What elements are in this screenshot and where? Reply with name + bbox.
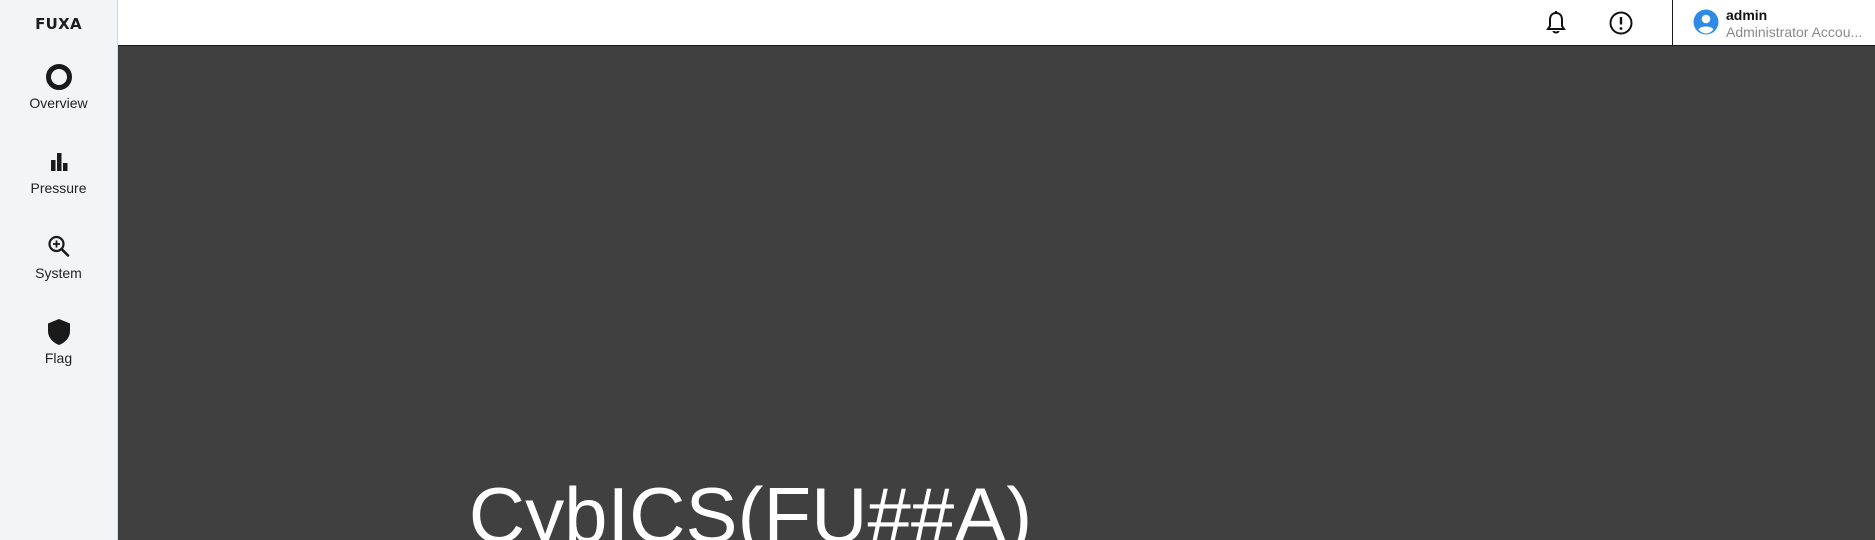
user-name: admin: [1726, 7, 1768, 23]
header-divider: [1672, 0, 1673, 45]
sidebar-item-system[interactable]: System: [0, 232, 117, 304]
page-title: CybICS(FU##A): [468, 471, 1033, 540]
account-circle-icon: [1693, 9, 1719, 35]
top-header: admin Administrator Accou...: [118, 0, 1875, 46]
ring-icon: [45, 64, 72, 90]
sidebar-item-label: Flag: [44, 350, 73, 366]
brand-logo: FUXA: [35, 15, 82, 33]
user-menu[interactable]: admin Administrator Accou...: [1687, 0, 1875, 45]
sidebar-item-flag[interactable]: Flag: [0, 317, 117, 389]
sidebar-item-overview[interactable]: Overview: [0, 62, 117, 134]
alert-circle-icon[interactable]: [1606, 8, 1636, 38]
bar-chart-icon: [50, 153, 67, 171]
sidebar-item-pressure[interactable]: Pressure: [0, 147, 117, 219]
app-root: FUXA Overview Pressure System Flag admin…: [0, 0, 1875, 540]
shield-icon: [47, 319, 70, 345]
user-role: Administrator Accou...: [1726, 24, 1863, 40]
zoom-in-icon: [47, 235, 69, 257]
sidebar-item-label: Pressure: [30, 180, 87, 196]
sidebar-item-label: System: [35, 265, 82, 281]
sidebar: FUXA Overview Pressure System Flag: [0, 0, 118, 540]
sidebar-item-label: Overview: [29, 95, 88, 111]
main-view: CybICS(FU##A): [118, 46, 1875, 540]
bell-icon[interactable]: [1541, 8, 1571, 38]
